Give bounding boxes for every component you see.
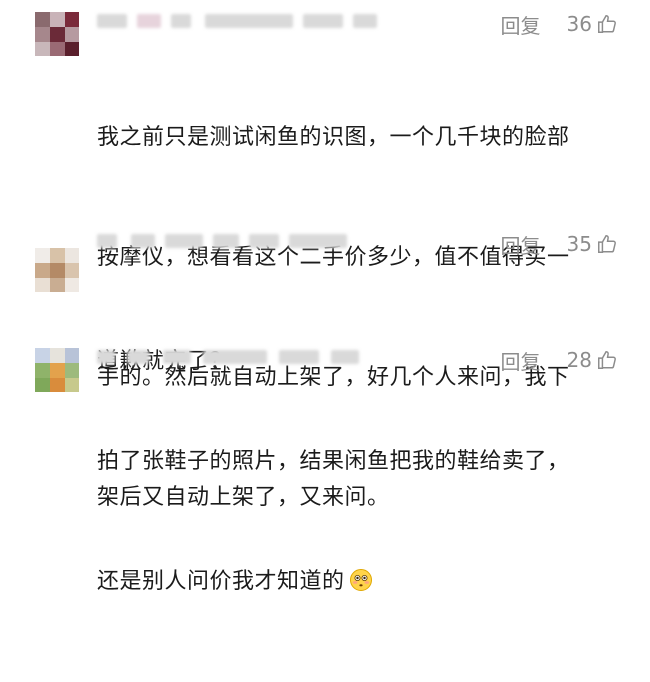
reply-button[interactable]: 回复 bbox=[501, 230, 541, 259]
like-count: 36 bbox=[566, 12, 592, 36]
like-count: 35 bbox=[566, 232, 592, 256]
comment-line: 还是别人问价我才知道的 bbox=[97, 562, 617, 602]
comment-actions: 回复 36 bbox=[501, 8, 618, 40]
thumbs-up-icon[interactable] bbox=[596, 13, 618, 35]
comment-text: 拍了张鞋子的照片，结果闲鱼把我的鞋给卖了， 还是别人问价我才知道的 bbox=[97, 362, 617, 682]
reply-button[interactable]: 回复 bbox=[501, 10, 541, 39]
thumbs-up-icon[interactable] bbox=[596, 233, 618, 255]
comment-line: 拍了张鞋子的照片，结果闲鱼把我的鞋给卖了， bbox=[97, 449, 570, 474]
comment-line-text: 还是别人问价我才知道的 bbox=[97, 569, 345, 594]
avatar[interactable] bbox=[35, 348, 79, 392]
comment-actions: 回复 35 bbox=[501, 228, 618, 260]
flushed-face-emoji-icon bbox=[349, 569, 372, 591]
avatar[interactable] bbox=[35, 248, 79, 292]
avatar[interactable] bbox=[35, 12, 79, 56]
comment-line: 我之前只是测试闲鱼的识图，一个几千块的脸部 bbox=[97, 125, 570, 150]
